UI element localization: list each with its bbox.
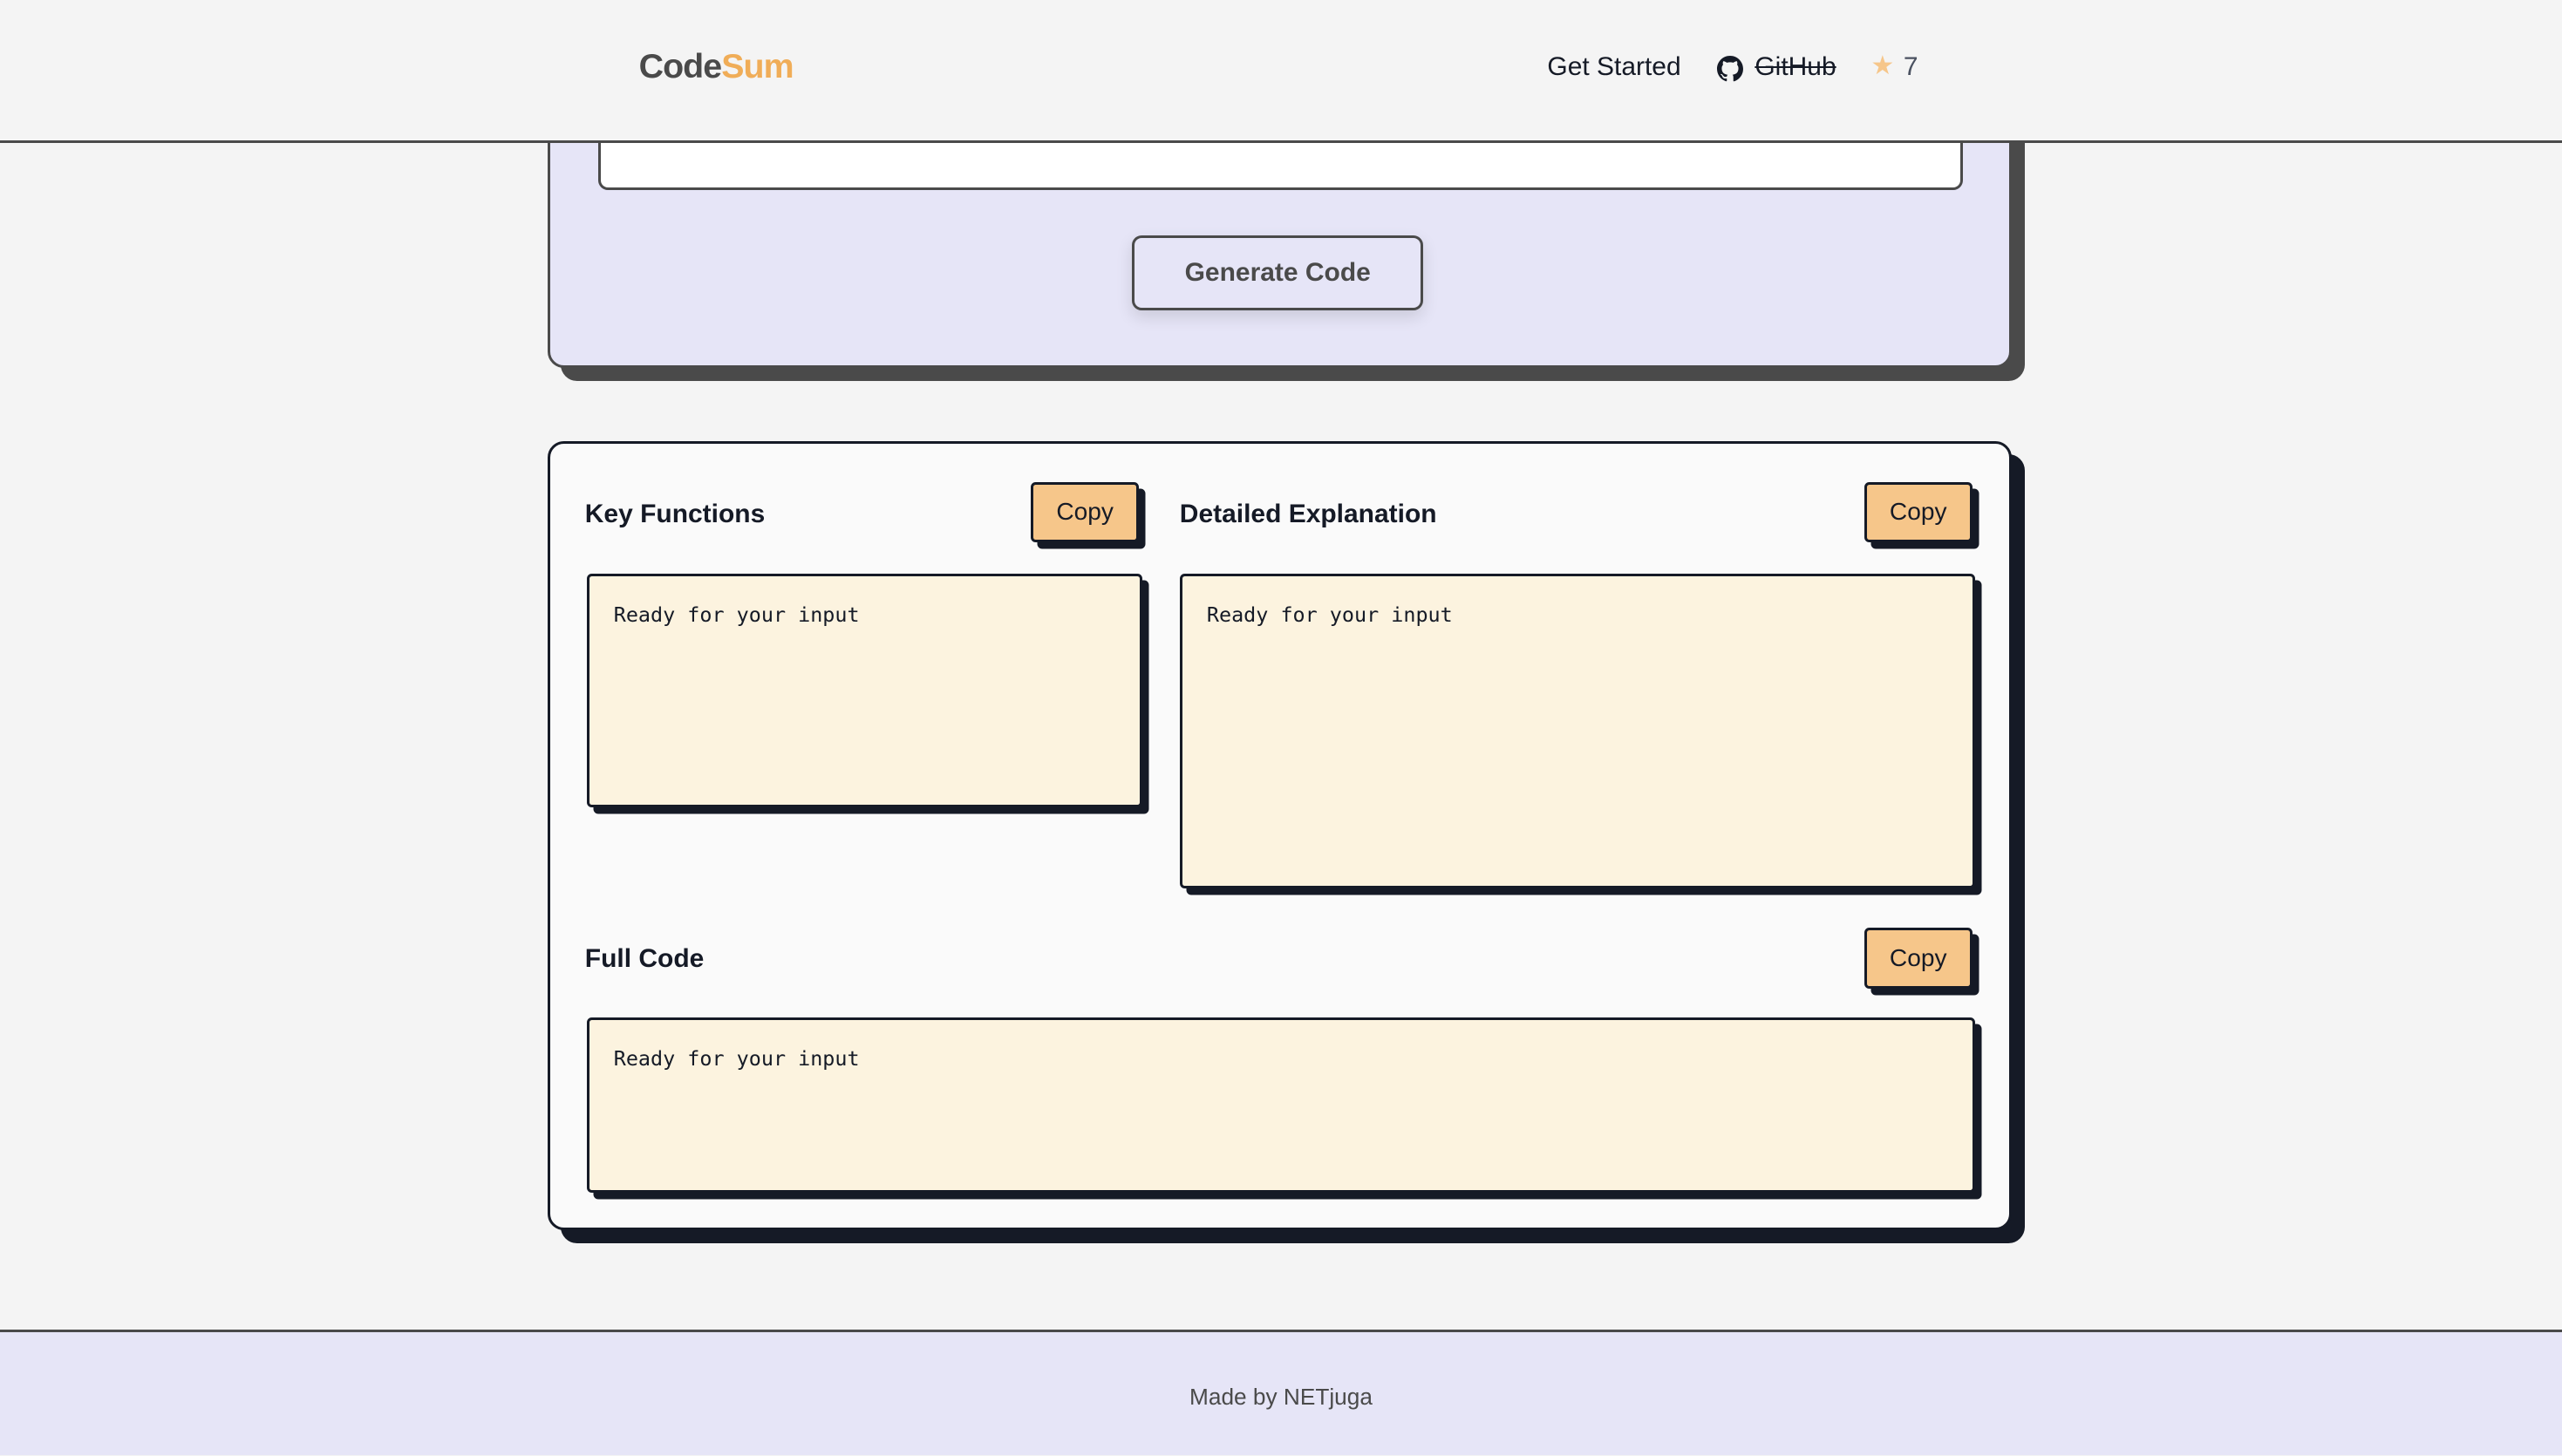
header: CodeSum Get Started GitHub ★ 7 (0, 0, 2562, 144)
full-code-title: Full Code (584, 943, 705, 973)
copy-full-code-button[interactable]: Copy (1864, 928, 1973, 989)
nav-get-started[interactable]: Get Started (1547, 52, 1680, 82)
detailed-explanation-output[interactable]: Ready for your input (1179, 573, 1976, 889)
generate-code-button[interactable]: Generate Code (1132, 235, 1423, 310)
copy-key-functions-button[interactable]: Copy (1031, 481, 1139, 543)
footer-credit: Made by NETjuga (1189, 1384, 1373, 1411)
logo-sum: Sum (721, 47, 794, 86)
star-count: 7 (1903, 51, 1918, 81)
logo[interactable]: CodeSum (639, 47, 794, 86)
copy-detailed-explanation-button[interactable]: Copy (1864, 481, 1973, 543)
star-icon: ★ (1870, 51, 1895, 81)
key-functions-title: Key Functions (584, 500, 766, 529)
key-functions-output[interactable]: Ready for your input (586, 573, 1142, 807)
nav-github[interactable]: GitHub (1755, 52, 1836, 82)
full-code-output[interactable]: Ready for your input (586, 1017, 1976, 1193)
github-icon[interactable] (1717, 55, 1744, 89)
detailed-explanation-title: Detailed Explanation (1179, 500, 1437, 529)
logo-code: Code (638, 47, 723, 86)
